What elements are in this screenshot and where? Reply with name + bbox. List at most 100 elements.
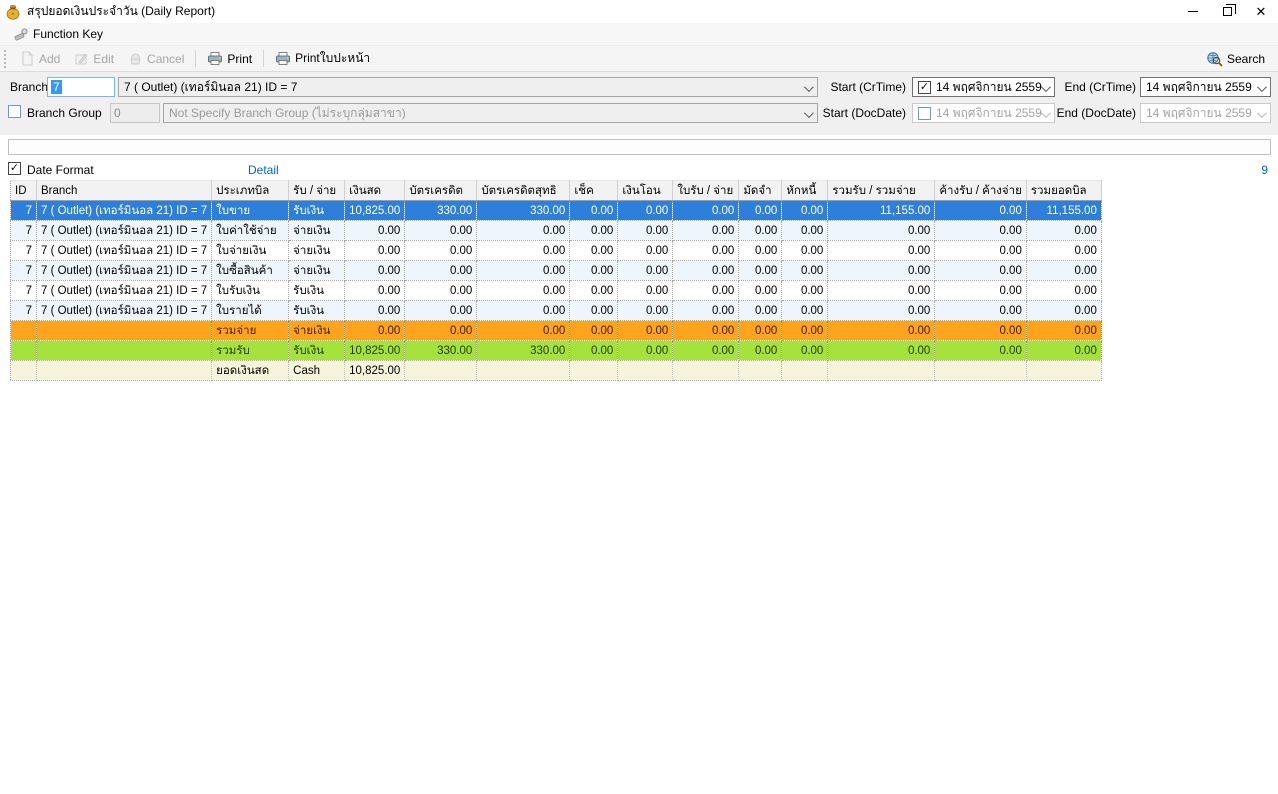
cell [11,341,37,361]
minimize-button[interactable] [1176,0,1210,23]
cell [673,361,739,381]
column-header[interactable]: เงินโอน [618,181,673,201]
branch-group-id-input[interactable]: 0 [110,103,160,123]
print-cover-button[interactable]: Printใบปะหน้า [268,47,377,70]
branch-combobox-value: 7 ( Outlet) (เทอร์มินอล 21) ID = 7 [124,78,297,97]
cell: 0.00 [477,301,570,321]
cell: ใบจ่ายเงิน [212,241,289,261]
cell: รับเงิน [289,281,345,301]
table-row[interactable]: 77 ( Outlet) (เทอร์มินอล 21) ID = 7ใบค่า… [11,221,1102,241]
money-bag-icon [5,4,21,20]
column-header[interactable]: Branch [37,181,212,201]
cell: 0.00 [739,221,782,241]
toolbar-grip[interactable] [4,50,7,68]
column-header[interactable]: รับ / จ่าย [289,181,345,201]
print-button[interactable]: Print [200,49,259,68]
window-title: สรุปยอดเงินประจำวัน (Daily Report) [27,2,215,21]
branch-id-value: 7 [51,80,62,94]
cell: 0.00 [405,261,477,281]
column-header[interactable]: รวมยอดบิล [1026,181,1101,201]
cell: 0.00 [570,221,618,241]
print-button-label: Print [227,52,252,66]
end-docdate-datepicker[interactable]: 14 พฤศจิกายน 2559 [1140,103,1271,123]
end-docdate-label: End (DocDate) [1054,106,1136,120]
start-crtime-checkbox[interactable]: ✓ [918,81,931,94]
table-row[interactable]: รวมรับรับเงิน10,825.00330.00330.000.000.… [11,341,1102,361]
cell [828,361,935,381]
table-row[interactable]: 77 ( Outlet) (เทอร์มินอล 21) ID = 7ใบจ่า… [11,241,1102,261]
cell: 0.00 [618,221,673,241]
start-docdate-datepicker[interactable]: ✓ 14 พฤศจิกายน 2559 [912,103,1055,123]
cell: 330.00 [405,201,477,221]
cell: 0.00 [673,281,739,301]
cell [405,361,477,381]
cell: 0.00 [405,281,477,301]
column-header[interactable]: ID [11,181,37,201]
branch-combobox[interactable]: 7 ( Outlet) (เทอร์มินอล 21) ID = 7 [118,77,818,97]
toolbar-separator [195,50,196,67]
cell: ใบซื้อสินค้า [212,261,289,281]
cell: 0.00 [782,321,828,341]
cell: 0.00 [345,221,405,241]
branch-group-checkbox[interactable]: ✓ [8,105,21,118]
cell [935,361,1027,381]
cell: 7 [11,201,37,221]
column-header[interactable]: ใบรับ / จ่าย [673,181,739,201]
table-row[interactable]: 77 ( Outlet) (เทอร์มินอล 21) ID = 7ใบซื้… [11,261,1102,281]
cell: 0.00 [570,241,618,261]
date-format-checkbox[interactable]: ✓ [8,162,21,175]
search-button[interactable]: Search [1199,49,1272,69]
cell: 7 ( Outlet) (เทอร์มินอล 21) ID = 7 [37,261,212,281]
close-button[interactable]: ✕ [1244,0,1278,23]
cell [782,361,828,381]
table-row[interactable]: 77 ( Outlet) (เทอร์มินอล 21) ID = 7ใบรับ… [11,281,1102,301]
restore-button[interactable] [1210,0,1244,23]
status-textbox[interactable] [8,139,1271,155]
column-header[interactable]: หักหนี้ [782,181,828,201]
cell: 0.00 [345,301,405,321]
table-row[interactable]: 77 ( Outlet) (เทอร์มินอล 21) ID = 7ใบขาย… [11,201,1102,221]
table-header-row: IDBranchประเภทบิลรับ / จ่ายเงินสดบัตรเคร… [11,181,1102,201]
function-key-icon [14,27,28,41]
start-crtime-datepicker[interactable]: ✓ 14 พฤศจิกายน 2559 [912,77,1055,97]
branch-id-input[interactable]: 7 [47,77,115,97]
end-crtime-value: 14 พฤศจิกายน 2559 [1146,78,1252,97]
start-docdate-checkbox[interactable]: ✓ [918,107,931,120]
table-row[interactable]: 77 ( Outlet) (เทอร์มินอล 21) ID = 7ใบราย… [11,301,1102,321]
cell: 0.00 [618,281,673,301]
table-row[interactable]: ยอดเงินสดCash10,825.00 [11,361,1102,381]
cell: 0.00 [828,341,935,361]
cell: 7 ( Outlet) (เทอร์มินอล 21) ID = 7 [37,281,212,301]
start-docdate-label: Start (DocDate) [822,106,906,120]
column-header[interactable]: ประเภทบิล [212,181,289,201]
cell: ใบรับเงิน [212,281,289,301]
edit-button[interactable]: Edit [67,49,121,68]
cancel-button[interactable]: Cancel [121,49,191,68]
column-header[interactable]: เช็ค [570,181,618,201]
record-count: 9 [1261,163,1268,177]
branch-group-combobox[interactable]: Not Specify Branch Group (ไม่ระบุกลุ่มสา… [163,103,818,123]
cell: 0.00 [673,221,739,241]
menu-function-key[interactable]: Function Key [8,25,109,43]
start-crtime-label: Start (CrTime) [830,80,906,94]
column-header[interactable]: บัตรเครดิตสุทธิ [477,181,570,201]
cell: รับเงิน [289,341,345,361]
cell: 0.00 [570,201,618,221]
cell [37,341,212,361]
column-header[interactable]: บัตรเครดิต [405,181,477,201]
main-area: ✓ Date Format Detail 9 IDBranchประเภทบิล… [0,135,1278,794]
table-row[interactable]: รวมจ่ายจ่ายเงิน0.000.000.000.000.000.000… [11,321,1102,341]
cell: 11,155.00 [1026,201,1101,221]
column-header[interactable]: มัดจำ [739,181,782,201]
cell: 0.00 [345,281,405,301]
end-crtime-datepicker[interactable]: 14 พฤศจิกายน 2559 [1140,77,1271,97]
cell: 0.00 [782,301,828,321]
column-header[interactable]: เงินสด [345,181,405,201]
cell: 0.00 [828,301,935,321]
column-header[interactable]: ค้างรับ / ค้างจ่าย [935,181,1027,201]
cell: 0.00 [828,261,935,281]
column-header[interactable]: รวมรับ / รวมจ่าย [828,181,935,201]
add-button[interactable]: Add [13,49,67,68]
branch-group-combobox-value: Not Specify Branch Group (ไม่ระบุกลุ่มสา… [169,104,406,123]
detail-link[interactable]: Detail [248,163,279,177]
